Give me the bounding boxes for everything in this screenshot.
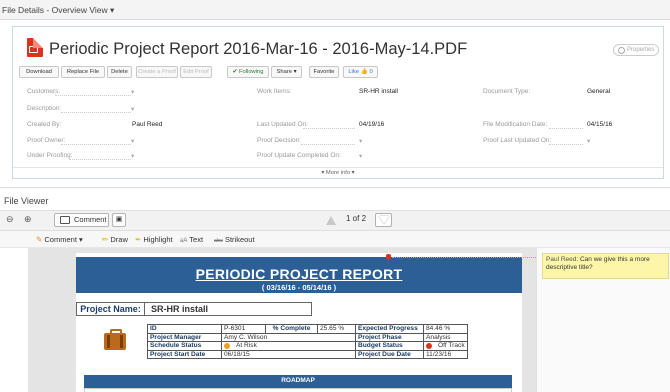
- comment-bubble-icon: [60, 216, 70, 224]
- text-icon: aA: [180, 238, 188, 244]
- highlight-tool[interactable]: ✒ Highlight: [135, 235, 173, 244]
- comment-button[interactable]: Comment: [54, 213, 109, 227]
- proof-decision-dropdown[interactable]: ▾: [359, 137, 362, 145]
- document-type-value: General: [587, 88, 611, 95]
- chevron-down-icon: ▾: [79, 235, 83, 244]
- briefcase-icon: [104, 329, 126, 350]
- proof-decision-label: Proof Decision:: [257, 137, 302, 144]
- thumbs-up-icon: 👍: [360, 69, 368, 75]
- text-tool[interactable]: aA Text: [180, 235, 203, 244]
- previous-page-icon[interactable]: [326, 216, 336, 225]
- description-label: Description:: [27, 105, 62, 112]
- annotation-connector: [392, 257, 544, 258]
- comment-note[interactable]: Paul Reed: Can we give this a more descr…: [542, 253, 669, 279]
- description-dropdown[interactable]: ▾: [131, 105, 134, 113]
- report-title: PERIODIC PROJECT REPORT: [195, 266, 403, 282]
- draw-tool[interactable]: ✏ Draw: [102, 235, 128, 244]
- edit-proof-button[interactable]: Edit Proof: [180, 66, 212, 78]
- file-modification-value: 04/15/16: [587, 121, 613, 128]
- page-indicator: 1 of 2: [346, 214, 367, 223]
- more-info-toggle[interactable]: ▾ More info ▾: [13, 167, 663, 179]
- comment-tool-icon: ✎: [36, 235, 43, 244]
- download-button[interactable]: Download: [19, 66, 59, 78]
- comment-tool[interactable]: ✎ Comment ▾: [36, 235, 83, 244]
- comment-author: Paul Reed:: [546, 256, 579, 263]
- annotation-pin-icon[interactable]: [386, 254, 391, 260]
- create-proof-button[interactable]: Create a Proof: [136, 66, 178, 78]
- file-viewer-title: File Viewer: [4, 196, 49, 206]
- top-bar: File Details - Overview View ▾: [0, 0, 670, 20]
- view-title-dropdown[interactable]: File Details - Overview View ▾: [2, 5, 114, 16]
- roadmap-area: [84, 388, 512, 392]
- table-row: Project Start Date 06/18/15 Project Due …: [147, 349, 468, 359]
- file-modification-label: File Modification Date:: [483, 121, 548, 128]
- like-button[interactable]: Like 👍 0: [343, 66, 378, 78]
- like-label: Like: [348, 69, 359, 75]
- proof-last-updated-dropdown[interactable]: ▾: [587, 137, 590, 145]
- proof-owner-dropdown[interactable]: ▾: [131, 137, 134, 145]
- pencil-icon: ✏: [102, 235, 109, 244]
- strikeout-tool[interactable]: abc Strikeout: [214, 235, 255, 244]
- pdf-file-icon: [27, 38, 43, 57]
- favorite-button[interactable]: Favorite: [309, 66, 339, 78]
- file-details-panel: Periodic Project Report 2016-Mar-16 - 20…: [12, 26, 664, 179]
- page-icon-button[interactable]: ▣: [112, 213, 126, 227]
- under-proofing-label: Under Proofing:: [27, 152, 73, 159]
- highlighter-icon: ✒: [135, 235, 142, 244]
- report-header: PERIODIC PROJECT REPORT ( 03/16/16 - 05/…: [76, 257, 522, 293]
- proof-update-label: Proof Update Completed On:: [257, 152, 341, 159]
- delete-button[interactable]: Delete: [107, 66, 132, 78]
- project-name-label: Project Name:: [77, 303, 145, 315]
- zoom-out-icon[interactable]: ⊖: [6, 214, 14, 225]
- customers-label: Customers:: [27, 88, 61, 95]
- created-by-value: Paul Reed: [132, 121, 163, 128]
- under-proofing-dropdown[interactable]: ▾: [131, 152, 134, 160]
- roadmap-header: ROADMAP: [84, 375, 512, 388]
- proof-owner-label: Proof Owner:: [27, 137, 66, 144]
- customers-dropdown[interactable]: ▾: [131, 88, 134, 96]
- document-page: PERIODIC PROJECT REPORT ( 03/16/16 - 05/…: [76, 253, 522, 392]
- strikeout-icon: abc: [214, 238, 223, 244]
- project-info-table: ID P-6301 % Complete 25.65 % Expected Pr…: [147, 324, 468, 359]
- work-items-label: Work Items:: [257, 88, 292, 95]
- last-updated-value: 04/19/16: [359, 121, 385, 128]
- document-type-label: Document Type:: [483, 88, 531, 95]
- next-page-icon[interactable]: [375, 213, 392, 227]
- last-updated-label: Last Updated On:: [257, 121, 308, 128]
- proof-update-dropdown[interactable]: ▾: [359, 152, 362, 160]
- created-by-label: Created By:: [27, 121, 62, 128]
- properties-search[interactable]: Properties: [613, 44, 659, 56]
- table-row: Project Manager Amy C. Wilson Project Ph…: [147, 332, 468, 342]
- zoom-in-icon[interactable]: ⊕: [24, 214, 32, 225]
- proof-last-updated-label: Proof Last Updated On:: [483, 137, 552, 144]
- report-dates: ( 03/16/16 - 05/14/16 ): [261, 283, 337, 292]
- file-title: Periodic Project Report 2016-Mar-16 - 20…: [49, 40, 468, 58]
- like-count: 0: [369, 69, 373, 75]
- project-name-value: SR-HR install: [151, 304, 209, 314]
- status-dot-icon: [426, 342, 432, 349]
- document-icon: ▣: [115, 216, 123, 223]
- project-name-box: Project Name: SR-HR install: [76, 302, 312, 316]
- table-row: ID P-6301 % Complete 25.65 % Expected Pr…: [147, 324, 468, 334]
- table-row: Schedule Status At Risk Budget Status Of…: [147, 341, 468, 351]
- status-dot-icon: [224, 342, 230, 349]
- replace-file-button[interactable]: Replace File: [61, 66, 105, 78]
- following-button[interactable]: ✔ Following: [227, 66, 269, 78]
- work-items-value[interactable]: SR-HR install: [359, 88, 398, 95]
- annotation-toolbar: ✎ Comment ▾ ✏ Draw ✒ Highlight aA Text a…: [0, 231, 670, 248]
- comment-button-label: Comment: [74, 215, 107, 224]
- share-button[interactable]: Share ▾: [271, 66, 302, 78]
